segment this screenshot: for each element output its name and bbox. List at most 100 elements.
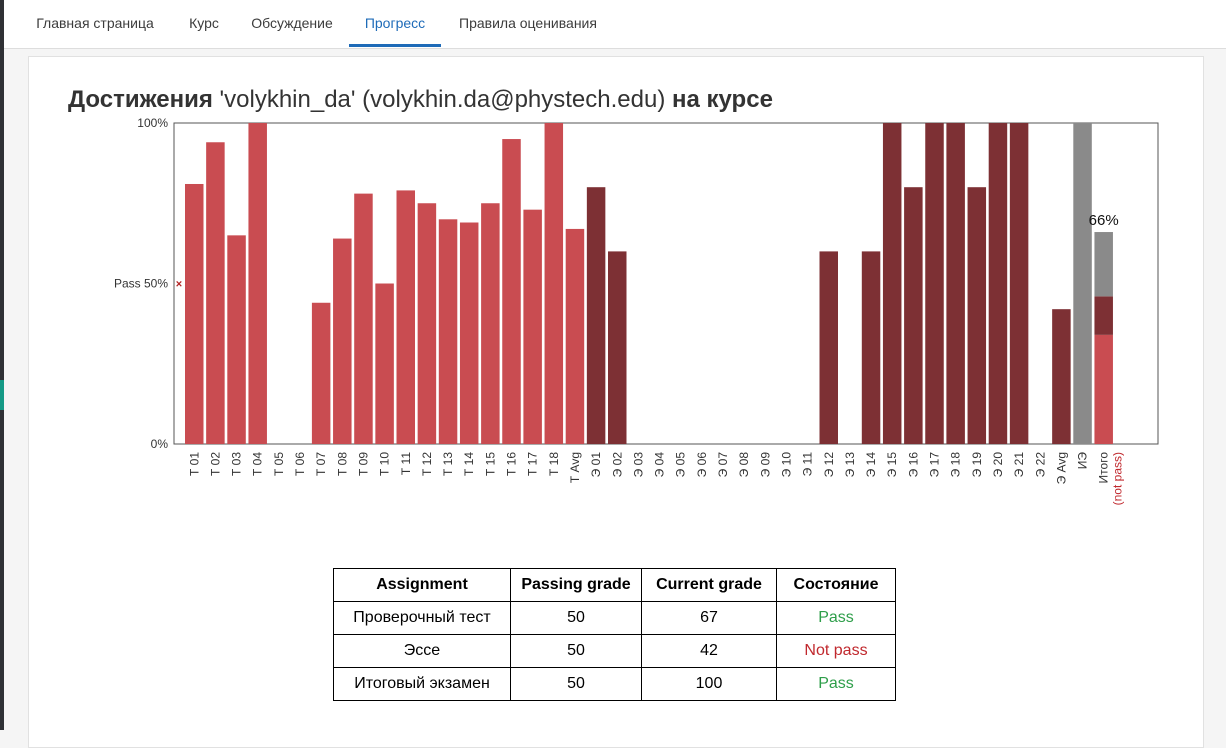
x-tick-label: Итого bbox=[1097, 452, 1111, 484]
x-tick-label: Т 18 bbox=[547, 452, 561, 476]
table-row: Проверочный тест 50 67 Pass bbox=[333, 601, 896, 635]
x-tick-label: Т 10 bbox=[378, 452, 392, 476]
assignment-name: Итоговый экзамен bbox=[333, 667, 511, 701]
bar bbox=[354, 193, 373, 444]
passing-grade: 50 bbox=[510, 667, 642, 701]
bar bbox=[375, 283, 394, 444]
bar bbox=[459, 222, 479, 444]
x-tick-label: Т 06 bbox=[293, 452, 307, 476]
x-tick-label: Э 07 bbox=[716, 452, 730, 478]
bar bbox=[1052, 309, 1071, 444]
bar bbox=[333, 238, 352, 444]
bar bbox=[967, 187, 987, 444]
bar bbox=[544, 123, 564, 444]
x-tick-label: Э 21 bbox=[1012, 452, 1026, 478]
x-tick-label: Э 14 bbox=[864, 452, 878, 478]
bar bbox=[904, 187, 923, 444]
x-tick-label: Э 12 bbox=[822, 452, 836, 478]
x-tick-label: Т 14 bbox=[462, 452, 476, 476]
x-tick-label: Э 02 bbox=[610, 452, 624, 478]
status-cell: Not pass bbox=[776, 634, 896, 668]
current-grade: 42 bbox=[641, 634, 777, 668]
bar bbox=[586, 187, 606, 444]
x-tick-label: Э 13 bbox=[843, 452, 857, 478]
x-tick-label: Э Avg bbox=[1054, 452, 1068, 484]
assignment-name: Эссе bbox=[333, 634, 511, 668]
x-tick-label: Э 11 bbox=[801, 452, 815, 477]
x-tick-label: Э 04 bbox=[653, 452, 667, 478]
x-tick-label: Т 12 bbox=[420, 452, 434, 476]
assignment-name: Проверочный тест bbox=[333, 601, 511, 635]
bar bbox=[1009, 123, 1029, 444]
total-status-label: (not pass) bbox=[1111, 452, 1125, 505]
x-tick-label: Т 01 bbox=[187, 452, 201, 476]
x-tick-label: Э 10 bbox=[779, 452, 793, 478]
passing-grade: 50 bbox=[510, 601, 642, 635]
bar bbox=[438, 219, 458, 444]
x-tick-label: Э 22 bbox=[1033, 452, 1047, 478]
x-tick-label: Т 05 bbox=[272, 452, 286, 476]
bar bbox=[481, 203, 500, 444]
x-tick-label: Т 09 bbox=[356, 452, 370, 476]
bar bbox=[608, 251, 627, 444]
y-tick-label: 100% bbox=[137, 116, 168, 130]
y-tick-label: 0% bbox=[151, 437, 169, 451]
bar bbox=[819, 251, 838, 444]
x-tick-label: Э 16 bbox=[906, 452, 920, 478]
x-tick-label: ИЭ bbox=[1076, 452, 1090, 470]
total-bar-segment bbox=[1094, 296, 1113, 335]
x-tick-label: Т Avg bbox=[568, 452, 582, 483]
x-tick-label: Т 07 bbox=[314, 452, 328, 476]
bar bbox=[1073, 123, 1092, 444]
x-tick-label: Т 13 bbox=[441, 452, 455, 476]
x-tick-label: Э 01 bbox=[589, 452, 603, 478]
x-tick-label: Т 16 bbox=[505, 452, 519, 476]
x-tick-label: Э 08 bbox=[737, 452, 751, 478]
x-tick-label: Э 03 bbox=[631, 452, 645, 478]
grades-table: Assignment Passing grade Current grade С… bbox=[333, 568, 896, 701]
x-tick-label: Т 03 bbox=[230, 452, 244, 476]
x-tick-label: Э 20 bbox=[991, 452, 1005, 478]
bar bbox=[417, 203, 437, 444]
bar bbox=[523, 209, 542, 444]
bar bbox=[311, 302, 331, 444]
x-tick-label: Э 09 bbox=[758, 452, 772, 478]
status-cell: Pass bbox=[776, 667, 896, 701]
total-value-label: 66% bbox=[1089, 212, 1119, 229]
bar bbox=[988, 123, 1008, 444]
table-row: Эссе 50 42 Not pass bbox=[333, 634, 896, 668]
x-tick-label: Э 15 bbox=[885, 452, 899, 478]
current-grade: 67 bbox=[641, 601, 777, 635]
bar bbox=[925, 123, 944, 444]
bar bbox=[946, 123, 965, 444]
total-bar-top bbox=[1094, 232, 1113, 233]
current-grade: 100 bbox=[641, 667, 777, 701]
bar bbox=[227, 235, 246, 444]
total-bar-segment bbox=[1094, 334, 1113, 444]
x-tick-label: Т 15 bbox=[483, 452, 497, 476]
y-tick-label: Pass 50% bbox=[114, 277, 168, 291]
bar bbox=[185, 183, 204, 445]
x-tick-label: Э 19 bbox=[970, 452, 984, 478]
bar bbox=[565, 228, 585, 444]
bar bbox=[882, 123, 902, 444]
col-current-grade: Current grade bbox=[641, 568, 777, 602]
table-header-row: Assignment Passing grade Current grade С… bbox=[333, 568, 896, 602]
bar bbox=[248, 123, 267, 444]
col-passing-grade: Passing grade bbox=[510, 568, 642, 602]
bar bbox=[206, 142, 225, 444]
x-tick-label: Э 05 bbox=[674, 452, 688, 478]
x-tick-label: Э 17 bbox=[928, 452, 942, 478]
bar bbox=[396, 190, 415, 444]
x-tick-label: Т 08 bbox=[335, 452, 349, 476]
status-cell: Pass bbox=[776, 601, 896, 635]
total-bar-segment bbox=[1094, 232, 1113, 297]
table-row: Итоговый экзамен 50 100 Pass bbox=[333, 667, 896, 701]
pass-marker: × bbox=[176, 279, 182, 291]
col-status: Состояние bbox=[776, 568, 896, 602]
bar bbox=[502, 139, 521, 445]
col-assignment: Assignment bbox=[333, 568, 511, 602]
x-tick-label: Т 04 bbox=[251, 452, 265, 476]
progress-chart: 100% Pass 50% 0% × Т 01 Т 02 Т 03 Т 04 Т 05 Т 06 Т… bbox=[114, 116, 1159, 505]
x-tick-label: Э 06 bbox=[695, 452, 709, 478]
